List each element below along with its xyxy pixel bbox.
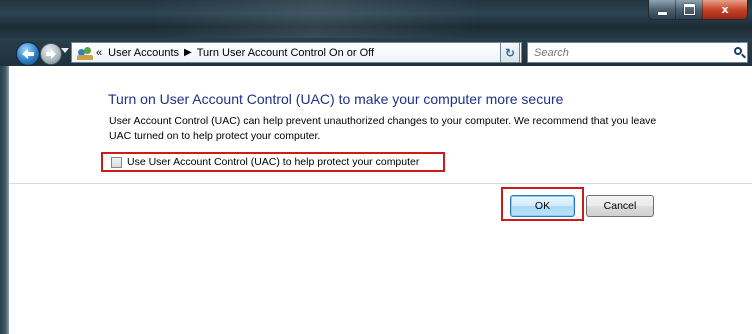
back-button[interactable] — [16, 42, 40, 66]
refresh-icon: ↻ — [504, 45, 516, 60]
refresh-button[interactable]: ↻ — [500, 42, 520, 63]
close-button[interactable]: x — [702, 0, 747, 19]
breadcrumb-user-accounts[interactable]: User Accounts — [108, 47, 179, 59]
uac-checkbox[interactable] — [111, 156, 122, 168]
glass-sheen — [150, 0, 480, 38]
maximize-button[interactable] — [675, 0, 702, 19]
search-icon[interactable] — [734, 47, 742, 55]
cancel-button[interactable]: Cancel — [586, 195, 654, 217]
forward-arrow-icon — [46, 49, 56, 59]
address-overflow-chevron[interactable]: « — [96, 47, 102, 59]
user-accounts-icon — [77, 46, 93, 60]
window-title-bar: x — [0, 0, 752, 38]
close-icon: x — [721, 3, 729, 16]
uac-description: User Account Control (UAC) can help prev… — [109, 115, 657, 142]
window-frame-left — [0, 66, 9, 334]
address-bar[interactable]: « User Accounts ▶ Turn User Account Cont… — [71, 42, 522, 63]
uac-checkbox-row[interactable]: Use User Account Control (UAC) to help p… — [101, 152, 445, 172]
maximize-icon — [683, 4, 695, 15]
forward-button[interactable] — [40, 43, 62, 65]
minimize-icon — [657, 11, 667, 15]
search-input[interactable] — [534, 46, 714, 59]
search-box[interactable] — [527, 42, 748, 63]
page-heading: Turn on User Account Control (UAC) to ma… — [108, 91, 564, 107]
recent-pages-dropdown[interactable] — [61, 48, 69, 53]
back-arrow-icon — [22, 49, 34, 59]
minimize-button[interactable] — [649, 0, 675, 19]
content-divider — [9, 183, 752, 184]
caption-buttons: x — [648, 0, 748, 20]
ok-button[interactable]: OK — [510, 195, 575, 217]
uac-checkbox-label[interactable]: Use User Account Control (UAC) to help p… — [127, 156, 419, 168]
breadcrumb-turn-uac[interactable]: Turn User Account Control On or Off — [197, 47, 374, 59]
breadcrumb-separator-icon[interactable]: ▶ — [184, 47, 192, 58]
